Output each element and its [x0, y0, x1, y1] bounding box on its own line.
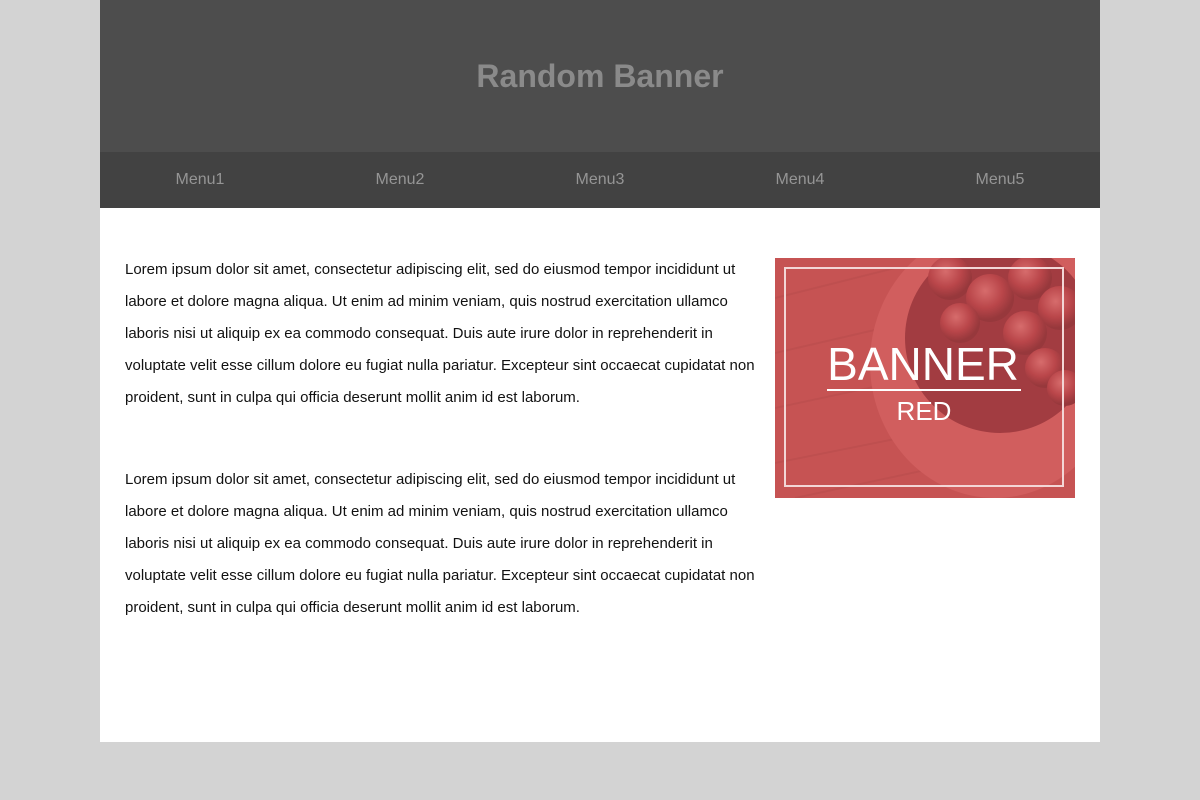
- banner-graphic: BANNER RED: [775, 258, 1075, 498]
- nav-menu4[interactable]: Menu4: [700, 152, 900, 208]
- paragraph-2: Lorem ipsum dolor sit amet, consectetur …: [125, 471, 755, 616]
- main-nav: Menu1 Menu2 Menu3 Menu4 Menu5: [100, 152, 1100, 208]
- nav-menu5[interactable]: Menu5: [900, 152, 1100, 208]
- banner-image[interactable]: BANNER RED: [775, 258, 1075, 498]
- banner-subline: RED: [897, 396, 952, 426]
- page-container: Random Banner Menu1 Menu2 Menu3 Menu4 Me…: [100, 0, 1100, 742]
- nav-menu2[interactable]: Menu2: [300, 152, 500, 208]
- site-title: Random Banner: [476, 58, 724, 94]
- main-content: Lorem ipsum dolor sit amet, consectetur …: [125, 254, 765, 674]
- nav-menu3[interactable]: Menu3: [500, 152, 700, 208]
- banner-headline: BANNER: [827, 338, 1019, 390]
- site-header: Random Banner: [100, 0, 1100, 152]
- nav-menu1[interactable]: Menu1: [100, 152, 300, 208]
- paragraph-1: Lorem ipsum dolor sit amet, consectetur …: [125, 261, 755, 406]
